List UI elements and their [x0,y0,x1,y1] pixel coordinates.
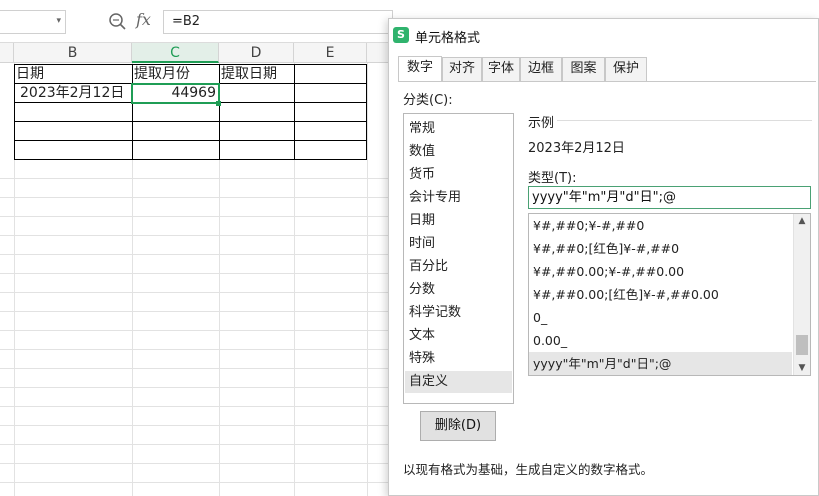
category-item[interactable]: 会计专用 [405,187,512,209]
gridline [0,273,388,274]
format-item[interactable]: ¥#,##0;¥-#,##0 [529,214,792,237]
chevron-down-icon[interactable]: ▾ [56,16,61,26]
format-item[interactable]: ¥#,##0.00;[红色]¥-#,##0.00 [529,283,792,306]
gridline [0,311,388,312]
category-item[interactable]: 特殊 [405,348,512,370]
gridline [0,482,388,483]
zoom-icon[interactable] [108,12,128,32]
name-box[interactable]: ▾ [0,10,66,34]
cell-d1[interactable]: 提取日期 [221,65,293,84]
formula-input[interactable]: =B2 [163,10,393,34]
format-item[interactable]: 0.00_ [529,329,792,352]
gridline [0,349,388,350]
table-border [219,64,220,160]
table-border [14,64,15,160]
gridline [0,387,388,388]
table-border [294,64,295,160]
category-item[interactable]: 科学记数 [405,302,512,324]
gridline [0,292,388,293]
format-item-selected[interactable]: yyyy"年"m"月"d"日";@ [529,352,792,375]
column-header-d[interactable]: D [219,43,294,63]
dialog-titlebar[interactable]: S 单元格格式 [389,19,818,53]
category-item[interactable]: 百分比 [405,256,512,278]
cell-b1[interactable]: 日期 [16,65,130,84]
gridline [0,406,388,407]
gridline [0,368,388,369]
scroll-up-icon[interactable]: ▲ [794,214,810,228]
gridline [0,235,388,236]
category-item[interactable]: 分数 [405,279,512,301]
scroll-down-icon[interactable]: ▼ [794,361,810,375]
category-item[interactable]: 时间 [405,233,512,255]
fill-handle[interactable] [216,101,221,106]
tab-font[interactable]: 字体 [482,57,520,81]
column-header-a[interactable] [0,43,14,63]
cell-c1[interactable]: 提取月份 [134,65,218,84]
gridline [0,330,388,331]
gridline [0,216,388,217]
column-header-f[interactable] [367,43,388,63]
sample-value: 2023年2月12日 [528,141,625,156]
gridline [0,444,388,445]
column-header-b[interactable]: B [14,43,132,63]
type-input[interactable]: yyyy"年"m"月"d"日";@ [528,186,811,209]
format-list-scrollbar[interactable]: ▲ ▼ [793,214,810,375]
cell-b2[interactable]: 2023年2月12日 [20,84,130,103]
fx-icon[interactable]: fx [136,10,151,29]
hint-text: 以现有格式为基础，生成自定义的数字格式。 [403,462,654,477]
table-border [14,121,367,122]
gridline [0,463,388,464]
gridline [0,197,388,198]
category-item[interactable]: 常规 [405,118,512,140]
category-label: 分类(C): [403,93,453,108]
category-item[interactable]: 货币 [405,164,512,186]
format-item[interactable]: ¥#,##0.00;¥-#,##0.00 [529,260,792,283]
format-item[interactable]: 0_ [529,306,792,329]
delete-button[interactable]: 删除(D) [420,411,496,441]
tab-border[interactable]: 边框 [520,57,562,81]
category-item[interactable]: 日期 [405,210,512,232]
column-header-e[interactable]: E [294,43,367,63]
gridline [0,254,388,255]
tab-alignment[interactable]: 对齐 [442,57,482,81]
category-item[interactable]: 文本 [405,325,512,347]
tab-divider [398,81,816,82]
dialog-title: 单元格格式 [415,31,481,46]
gridline [0,178,388,179]
scroll-thumb[interactable] [796,335,808,355]
sample-label: 示例 [528,116,555,131]
wps-app-icon: S [393,27,409,43]
tab-protection[interactable]: 保护 [605,57,647,81]
category-item[interactable]: 数值 [405,141,512,163]
table-border [132,64,133,160]
format-item[interactable]: ¥#,##0;[红色]¥-#,##0 [529,237,792,260]
format-list[interactable]: ¥#,##0;¥-#,##0 ¥#,##0;[红色]¥-#,##0 ¥#,##0… [528,213,811,376]
category-list[interactable]: 常规 数值 货币 会计专用 日期 时间 百分比 分数 科学记数 文本 特殊 自定… [403,113,514,404]
table-border [366,64,367,160]
tab-number[interactable]: 数字 [398,56,442,81]
tab-pattern[interactable]: 图案 [562,57,605,81]
table-border [14,159,367,160]
selected-cell[interactable] [131,83,220,104]
category-item-selected[interactable]: 自定义 [405,371,512,393]
column-header-c[interactable]: C [132,43,219,63]
sample-divider [557,120,812,121]
gridline [367,63,368,496]
table-border [14,140,367,141]
type-label: 类型(T): [528,171,577,186]
gridline [0,425,388,426]
format-cells-dialog: S 单元格格式 数字 对齐 字体 边框 图案 保护 分类(C): 常规 数值 货… [388,18,819,496]
